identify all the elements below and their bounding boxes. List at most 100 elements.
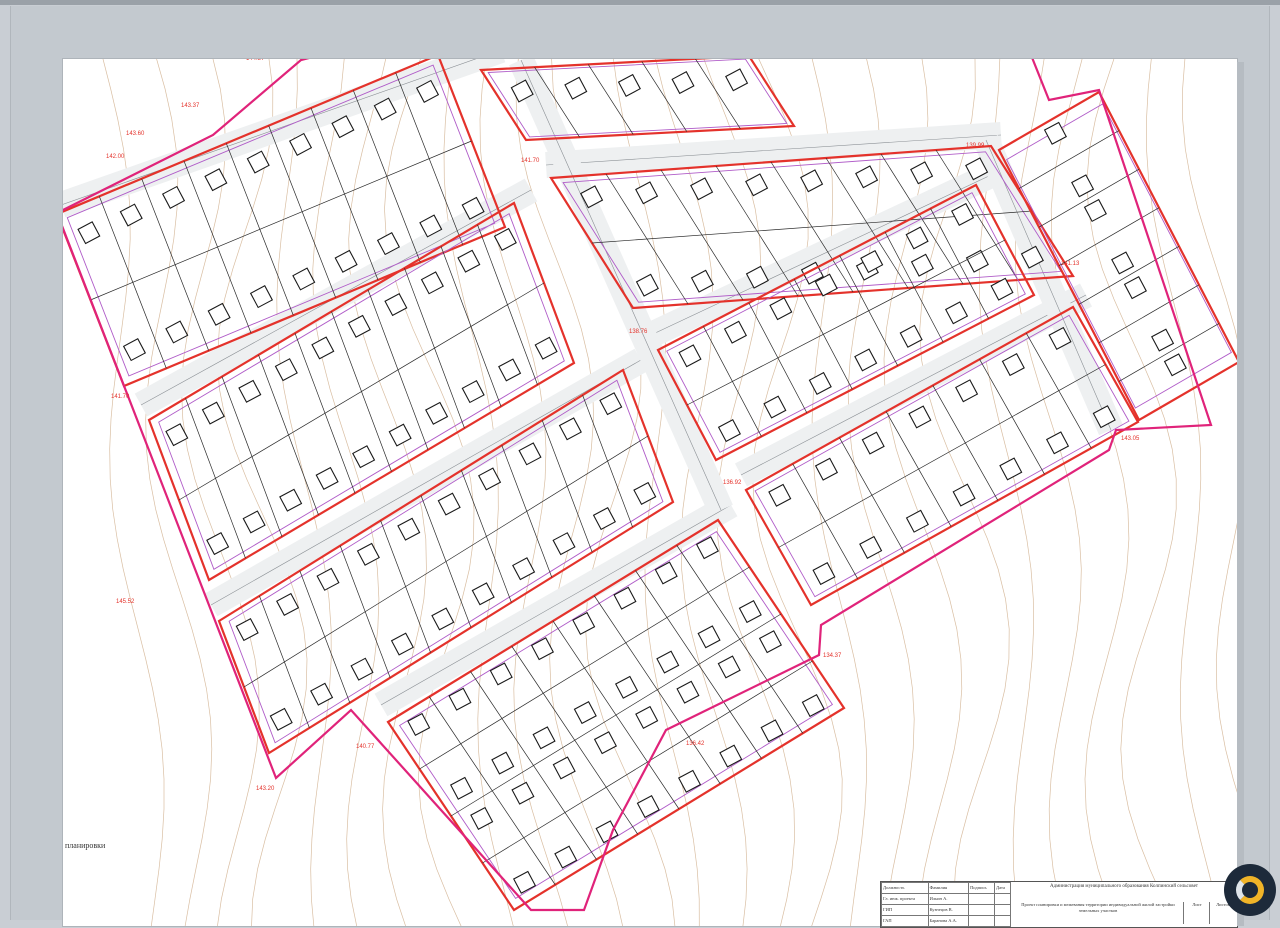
stamp-cell: ГАП: [881, 915, 929, 927]
elevation-mark: 143.37: [181, 103, 200, 109]
house-footprint: [955, 379, 979, 403]
house-footprint: [457, 249, 481, 273]
house-footprint: [965, 249, 989, 273]
house-footprint: [999, 457, 1023, 481]
house-footprint: [950, 202, 975, 226]
house-footprint: [356, 542, 380, 566]
contour-line: [443, 59, 514, 926]
house-footprint: [768, 483, 792, 507]
house-footprint: [471, 582, 495, 606]
house-footprint: [207, 302, 231, 326]
document-viewer[interactable]: 142.00 143.60 143.37 144.37 141.70 145.52 143.…: [10, 6, 1270, 928]
parcel-line: [695, 59, 741, 129]
app-logo-icon[interactable]: [1224, 864, 1276, 916]
house-footprint: [677, 769, 702, 793]
house-footprint: [861, 431, 885, 455]
parcel-line: [641, 61, 688, 132]
stamp-cell: [968, 915, 996, 927]
house-footprint: [558, 417, 582, 441]
contour-line: [811, 59, 867, 926]
house-footprint: [122, 338, 147, 362]
house-footprint: [334, 249, 358, 273]
house-footprint: [512, 557, 536, 581]
stamp-cell: Дата: [994, 882, 1011, 894]
house-footprint: [165, 320, 189, 344]
house-footprint: [593, 731, 618, 755]
parcel-line: [1078, 245, 1180, 305]
house-footprint: [350, 657, 374, 681]
stamp-cell: [968, 893, 996, 905]
house-footprint: [201, 401, 225, 425]
elevation-mark: 134.37: [823, 653, 842, 659]
parcel-line: [587, 64, 634, 135]
contour-line: [276, 59, 332, 926]
house-footprint: [1163, 353, 1187, 377]
house-footprint: [800, 169, 824, 193]
stamp-cell: ГИП: [881, 904, 929, 916]
drawing-sheet[interactable]: 142.00 143.60 143.37 144.37 141.70 145.52 143.…: [63, 59, 1238, 928]
house-footprint: [738, 600, 762, 624]
lot-boundary: [63, 59, 1213, 912]
house-footprint: [310, 682, 334, 706]
stamp-cell: Кузнецов В.: [927, 904, 970, 916]
house-footprint: [635, 181, 659, 205]
house-footprint: [745, 173, 769, 197]
contour-line: [847, 59, 915, 926]
house-footprint: [420, 271, 444, 295]
house-footprint: [431, 607, 455, 631]
house-footprint: [279, 488, 303, 512]
house-footprint: [161, 185, 186, 209]
house-footprint: [690, 177, 714, 201]
house-footprint: [165, 423, 189, 447]
house-footprint: [119, 203, 143, 227]
stamp-cell: Фамилия: [927, 882, 970, 894]
house-footprint: [493, 227, 517, 252]
house-footprint: [899, 324, 923, 348]
house-footprint: [854, 348, 878, 372]
elevation-mark: 141.70: [111, 394, 130, 400]
elevation-mark: 143.60: [126, 131, 145, 137]
house-footprint: [859, 535, 883, 559]
house-footprint: [801, 694, 825, 718]
house-footprint: [717, 419, 742, 443]
stamp-cell: Ильин А.: [927, 893, 970, 905]
contour-line: [181, 59, 260, 926]
house-footprint: [448, 687, 472, 711]
parcel-line: [482, 660, 813, 864]
house-footprint: [814, 457, 839, 481]
stamp-cell: Должность: [881, 882, 929, 894]
house-footprint: [1001, 353, 1025, 377]
house-footprint: [532, 726, 556, 750]
house-footprint: [1151, 328, 1175, 352]
house-footprint: [311, 336, 335, 360]
house-footprint: [470, 806, 494, 830]
house-footprint: [592, 506, 616, 531]
house-footprint: [461, 380, 485, 404]
road-centerline: [210, 359, 642, 606]
house-footprint: [274, 358, 298, 382]
house-footprint: [352, 445, 376, 469]
house-footprint: [384, 293, 408, 317]
contour-line: [312, 59, 380, 926]
house-footprint: [617, 73, 641, 97]
contour-line: [613, 59, 700, 926]
house-footprint: [478, 467, 502, 491]
parcel-line: [1058, 207, 1160, 267]
window-top-border: [0, 0, 1280, 5]
stamp-cell: [994, 904, 1011, 916]
house-footprint: [723, 320, 748, 344]
house-footprint: [316, 567, 340, 591]
elevation-mark: 136.42: [686, 741, 705, 747]
house-footprint: [407, 712, 431, 736]
house-footprint: [249, 285, 274, 309]
house-footprint: [676, 680, 700, 704]
house-footprint: [758, 630, 783, 654]
house-footprint: [518, 442, 542, 466]
house-footprint: [697, 625, 721, 649]
elevation-mark: 138.76: [629, 329, 648, 335]
contour-line: [1015, 59, 1082, 926]
elevation-mark: 145.52: [116, 599, 135, 605]
house-footprint: [905, 226, 929, 250]
house-footprint: [242, 510, 266, 534]
stamp-title: Администрация муниципального образования…: [1049, 884, 1198, 889]
